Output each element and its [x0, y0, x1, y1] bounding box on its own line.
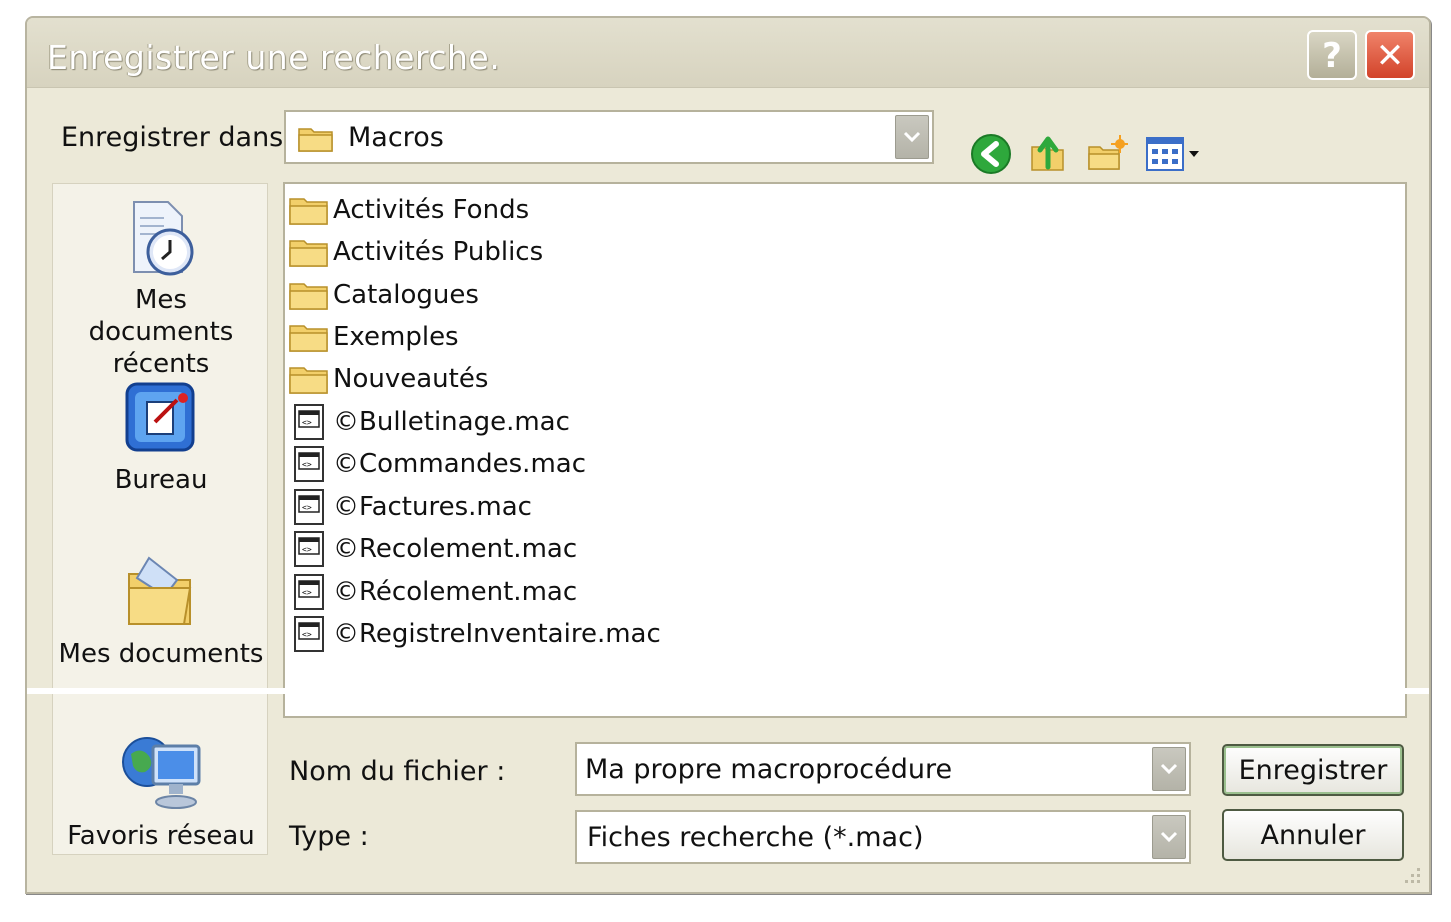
network-places-icon — [122, 737, 201, 809]
filetype-dropdown-button[interactable] — [1152, 815, 1186, 859]
save-dialog: Enregistrer une recherche. ? ✕ Enregistr… — [25, 16, 1431, 894]
cancel-button[interactable]: Annuler — [1222, 809, 1404, 861]
place-my-documents[interactable]: Mes documents — [53, 550, 269, 670]
my-documents-icon — [128, 556, 192, 625]
up-folder-button[interactable] — [1025, 130, 1073, 178]
folder-icon — [289, 240, 328, 267]
place-desktop[interactable]: Bureau — [53, 376, 269, 496]
svg-text:<>: <> — [302, 588, 312, 597]
place-label: Favoris réseau — [67, 821, 255, 851]
file-name: Activités Fonds — [333, 195, 530, 225]
list-item[interactable]: Catalogues — [289, 275, 479, 315]
svg-text:<>: <> — [302, 503, 312, 512]
folder-icon — [298, 124, 334, 156]
chevron-down-icon — [1160, 763, 1178, 775]
filetype-label: Type : — [289, 821, 369, 852]
list-item[interactable]: <> ©Factures.mac — [289, 487, 532, 527]
filename-dropdown-button[interactable] — [1152, 747, 1186, 791]
back-icon — [971, 134, 1011, 174]
place-label: Mes documents récents — [88, 285, 234, 379]
filename-value: Ma propre macroprocédure — [585, 753, 953, 785]
macro-file-icon: <> — [294, 446, 324, 482]
svg-text:<>: <> — [302, 418, 312, 427]
recent-documents-icon — [133, 201, 194, 276]
macro-file-icon: <> — [294, 531, 324, 567]
macro-file-icon: <> — [294, 404, 324, 440]
place-network[interactable]: Favoris réseau — [53, 732, 269, 852]
save-in-dropdown[interactable]: Macros — [284, 110, 934, 164]
filetype-value: Fiches recherche (*.mac) — [587, 821, 924, 853]
filetype-select[interactable]: Fiches recherche (*.mac) — [575, 810, 1191, 864]
macro-file-icon: <> — [294, 574, 324, 610]
divider — [27, 688, 1429, 694]
new-folder-icon — [1088, 135, 1128, 170]
filename-label: Nom du fichier : — [289, 756, 506, 787]
dialog-title: Enregistrer une recherche. — [47, 38, 501, 77]
list-item[interactable]: <> ©Bulletinage.mac — [289, 402, 570, 442]
folder-icon — [289, 367, 328, 394]
save-in-label: Enregistrer dans : — [61, 122, 301, 153]
list-item[interactable]: <> ©Commandes.mac — [289, 444, 586, 484]
svg-text:<>: <> — [302, 460, 312, 469]
close-button[interactable]: ✕ — [1365, 30, 1415, 80]
places-bar: Mes documents récents Bureau Mes documen… — [52, 183, 268, 855]
folder-icon — [289, 198, 328, 225]
new-folder-button[interactable] — [1083, 130, 1131, 178]
list-item[interactable]: <> ©Récolement.mac — [289, 572, 577, 612]
save-button[interactable]: Enregistrer — [1222, 744, 1404, 796]
file-name: Exemples — [333, 322, 459, 352]
file-name: ©Bulletinage.mac — [333, 407, 570, 437]
file-name: Nouveautés — [333, 364, 489, 394]
save-in-dropdown-button[interactable] — [895, 115, 929, 159]
list-item[interactable]: Activités Fonds — [289, 190, 529, 230]
file-name: Activités Publics — [333, 237, 544, 267]
filename-input[interactable]: Ma propre macroprocédure — [575, 742, 1191, 796]
help-button[interactable]: ? — [1307, 30, 1357, 80]
up-folder-icon — [1031, 136, 1064, 171]
file-name: ©Récolement.mac — [333, 577, 578, 607]
place-label: Mes documents — [58, 639, 264, 669]
place-label: Bureau — [114, 465, 208, 495]
macro-file-icon: <> — [294, 616, 324, 652]
place-recent-documents[interactable]: Mes documents récents — [53, 198, 269, 380]
save-in-value: Macros — [348, 121, 444, 153]
back-button[interactable] — [967, 130, 1015, 178]
list-item[interactable]: <> ©RegistreInventaire.mac — [289, 614, 661, 654]
svg-text:<>: <> — [302, 630, 312, 639]
list-item[interactable]: <> ©Recolement.mac — [289, 529, 577, 569]
file-name: ©RegistreInventaire.mac — [333, 619, 661, 649]
file-list[interactable]: Activités Fonds Activités Publics Catalo… — [283, 182, 1407, 718]
resize-grip-icon[interactable] — [1399, 862, 1423, 886]
desktop-icon — [125, 382, 195, 452]
file-name: ©Factures.mac — [333, 492, 532, 522]
view-menu-icon — [1146, 137, 1199, 171]
macro-file-icon: <> — [294, 489, 324, 525]
chevron-down-icon — [1160, 831, 1178, 843]
folder-icon — [289, 325, 328, 352]
file-name: Catalogues — [333, 280, 479, 310]
list-item[interactable]: Nouveautés — [289, 359, 488, 399]
title-bar[interactable]: Enregistrer une recherche. ? ✕ — [27, 18, 1429, 88]
list-item[interactable]: Exemples — [289, 317, 459, 357]
folder-icon — [289, 283, 328, 310]
file-name: ©Recolement.mac — [333, 534, 578, 564]
file-name: ©Commandes.mac — [333, 449, 586, 479]
svg-text:<>: <> — [302, 545, 312, 554]
list-item[interactable]: Activités Publics — [289, 232, 543, 272]
chevron-down-icon — [903, 131, 921, 143]
view-menu-button[interactable] — [1143, 130, 1205, 178]
